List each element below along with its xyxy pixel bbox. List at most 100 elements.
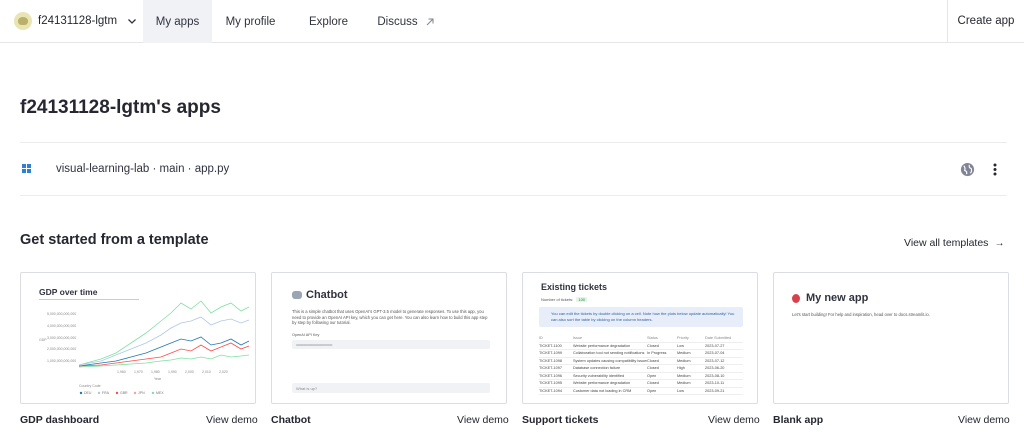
tickets-column-header: ID: [539, 336, 543, 341]
gdp-legend-item: FRA: [102, 391, 110, 395]
table-cell: Medium: [677, 381, 691, 386]
table-row: TICKET-1100 Website performance degradati…: [539, 343, 743, 350]
gdp-legend-title: Country Code: [79, 384, 101, 388]
table-cell: High: [677, 366, 685, 371]
table-row: TICKET-1099 Collaboration tool not sendin…: [539, 350, 743, 358]
nav-my-profile[interactable]: My profile: [212, 0, 289, 43]
chatbot-key-value: ••••••••••••••••••••••••••••••••••••••••: [296, 342, 333, 347]
template-card-support-tickets[interactable]: Existing tickets Number of tickets: 100 …: [522, 272, 758, 404]
gdp-y-tick: 1,000,000,000,000: [47, 359, 76, 363]
table-cell: 2023-08-10: [705, 373, 725, 378]
tickets-count-label: Number of tickets:: [541, 297, 574, 302]
blank-preview-title: My new app: [792, 292, 868, 304]
chatbot-ask-input: What is up?: [292, 383, 490, 393]
view-demo-chatbot[interactable]: View demo: [457, 414, 509, 426]
table-row: TICKET-1098 System updates causing compat…: [539, 358, 743, 365]
create-app-button[interactable]: Create app: [947, 0, 1024, 42]
gdp-y-tick: 2,000,000,000,000: [47, 347, 76, 351]
tickets-column-header: Date Submitted: [705, 336, 732, 341]
templates-heading: Get started from a template: [20, 232, 209, 248]
table-cell: TICKET-1097: [539, 366, 563, 371]
table-cell: 2023-09-21: [705, 388, 725, 393]
kebab-menu-icon[interactable]: [993, 163, 997, 176]
app-row[interactable]: visual-learning-lab · main · app.py: [20, 142, 1007, 196]
gdp-x-tick: 1,990: [168, 370, 177, 374]
gdp-legend-item: DEU: [84, 391, 92, 395]
nav-discuss[interactable]: Discuss: [368, 0, 444, 43]
view-demo-blank[interactable]: View demo: [958, 414, 1010, 426]
table-cell: Collaboration tool not sending notificat…: [573, 351, 645, 356]
arrow-right-icon: →: [994, 237, 1005, 249]
gdp-x-label: Year: [154, 377, 162, 381]
globe-icon[interactable]: [960, 162, 975, 177]
view-demo-support-tickets[interactable]: View demo: [708, 414, 760, 426]
table-cell: Low: [677, 388, 684, 393]
top-nav: f24131128-lgtm My apps My profile Explor…: [0, 0, 1024, 43]
template-label-gdp[interactable]: GDP dashboard: [20, 414, 99, 426]
table-cell: Website performance degradation: [573, 381, 631, 386]
tickets-preview-title: Existing tickets: [541, 282, 608, 292]
table-cell: Closed: [647, 381, 659, 386]
nav-my-apps[interactable]: My apps: [143, 0, 212, 43]
gdp-y-tick: 4,000,000,000,000: [47, 324, 76, 328]
gdp-x-tick: 2,000: [185, 370, 194, 374]
app-path[interactable]: visual-learning-lab · main · app.py: [56, 163, 229, 175]
nav-explore[interactable]: Explore: [289, 0, 368, 43]
view-all-templates-link[interactable]: View all templates →: [904, 237, 1004, 249]
chat-bubble-icon: [292, 291, 302, 299]
table-cell: 2023-07-27: [705, 343, 725, 348]
tickets-column-header: Priority: [677, 336, 689, 341]
chatbot-preview-title-text: Chatbot: [306, 289, 348, 301]
table-cell: Customer data not loading in CRM: [573, 388, 632, 393]
chatbot-key-label: OpenAI API Key: [292, 333, 320, 337]
table-cell: In Progress: [647, 351, 667, 356]
template-label-chatbot[interactable]: Chatbot: [271, 414, 311, 426]
chatbot-preview-text: This is a simple chatbot that uses OpenA…: [292, 309, 488, 326]
table-cell: Open: [647, 388, 657, 393]
gdp-x-tick: 1,980: [151, 370, 160, 374]
template-card-gdp[interactable]: GDP over time 5,000,000,000,000 4,000,00…: [20, 272, 256, 404]
table-cell: Medium: [677, 351, 691, 356]
table-cell: Low: [677, 343, 684, 348]
gdp-y-tick: 3,000,000,000,000: [47, 336, 76, 340]
table-row: TICKET-1097 Database connection failure Cl…: [539, 365, 743, 373]
table-cell: Medium: [677, 358, 691, 363]
view-demo-gdp[interactable]: View demo: [206, 414, 258, 426]
tickets-column-header: Status: [647, 336, 658, 341]
gdp-x-tick: 1,970: [134, 370, 143, 374]
table-cell: TICKET-1099: [539, 351, 563, 356]
blank-preview-text: Let's start building! For help and inspi…: [792, 312, 930, 317]
table-cell: TICKET-1098: [539, 358, 563, 363]
table-row: TICKET-1094 Customer data not loading in …: [539, 388, 743, 395]
chatbot-key-input: ••••••••••••••••••••••••••••••••••••••••: [292, 340, 490, 349]
table-cell: TICKET-1094: [539, 388, 563, 393]
table-cell: Open: [647, 373, 657, 378]
template-card-chatbot[interactable]: Chatbot This is a simple chatbot that us…: [271, 272, 507, 404]
gdp-x-tick: 2,020: [219, 370, 228, 374]
table-cell: TICKET-1100: [539, 343, 562, 348]
table-cell: 2023-06-20: [705, 366, 725, 371]
blank-preview-title-text: My new app: [806, 292, 869, 304]
tickets-table: ID Issue Status Priority Date Submitted TICKE…: [539, 335, 743, 395]
gdp-legend-item: GBR: [120, 391, 128, 395]
table-cell: Closed: [647, 343, 659, 348]
template-card-blank[interactable]: My new app Let's start building! For hel…: [773, 272, 1009, 404]
table-cell: TICKET-1095: [539, 381, 563, 386]
workspace-avatar-icon: [14, 12, 32, 30]
gdp-y-label: GDP: [39, 338, 47, 342]
tickets-column-header: Issue: [573, 336, 583, 341]
gdp-legend-item: JPN: [138, 391, 145, 395]
template-label-support-tickets[interactable]: Support tickets: [522, 414, 598, 426]
template-label-blank[interactable]: Blank app: [773, 414, 823, 426]
page-title: f24131128-lgtm's apps: [20, 97, 221, 118]
table-cell: 2023-07-04: [705, 351, 725, 356]
view-all-templates-label: View all templates: [904, 237, 989, 249]
table-cell: 2023-10-11: [705, 381, 725, 386]
table-cell: Closed: [647, 366, 659, 371]
tickets-info-box: You can edit the tickets by double click…: [539, 307, 743, 327]
workspace-name: f24131128-lgtm: [38, 15, 118, 27]
app-grid-icon: [22, 164, 32, 174]
workspace-switcher[interactable]: f24131128-lgtm: [0, 0, 143, 42]
table-cell: Database connection failure: [573, 366, 621, 371]
tickets-count-badge: 100: [576, 297, 588, 302]
